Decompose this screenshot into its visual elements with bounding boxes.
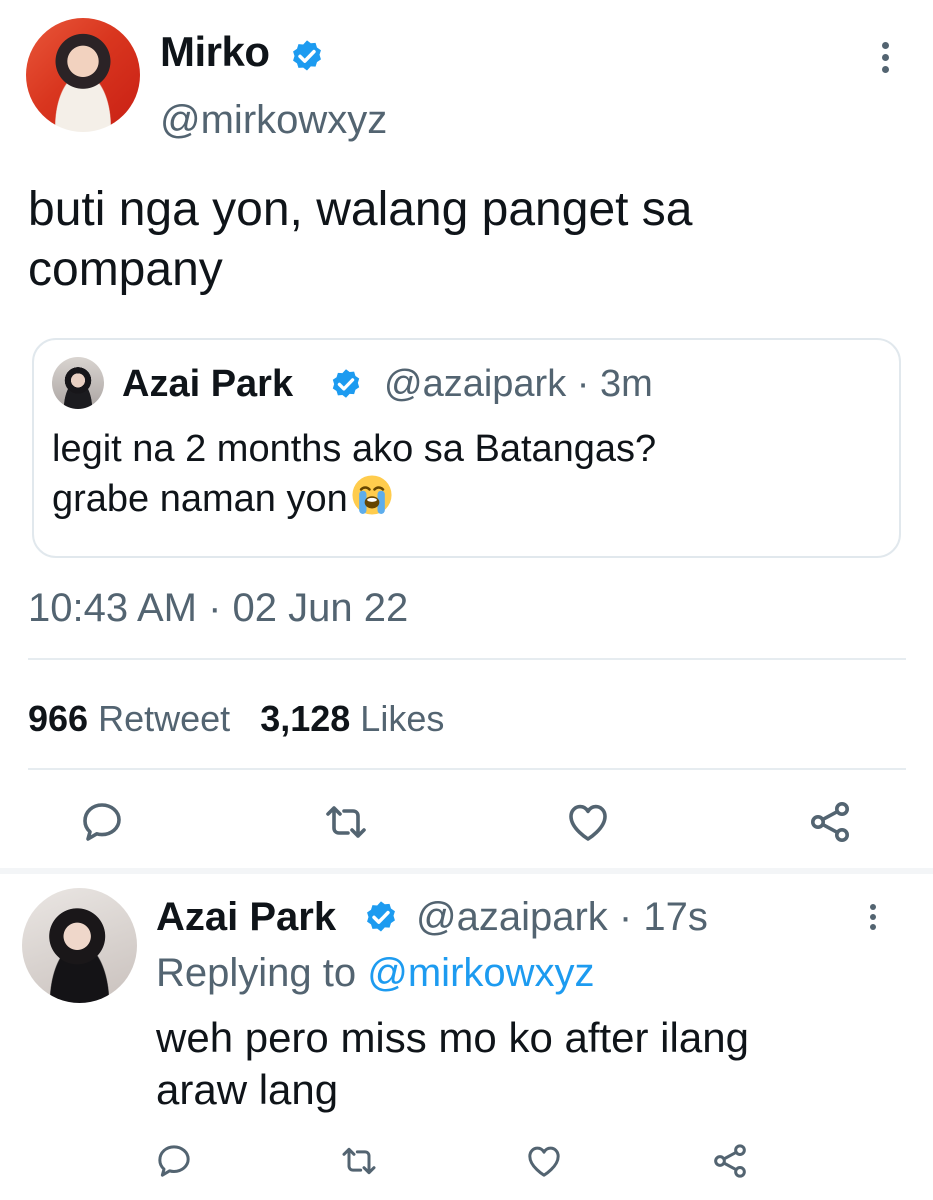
main-tweet: Mirko @mirkowxyz buti nga yon, walang pa… — [0, 0, 933, 870]
thread-separator — [0, 868, 933, 874]
retweet-label: Retweet — [98, 698, 231, 739]
reply-icon — [158, 1145, 190, 1177]
reply-icon — [83, 803, 121, 841]
likes-count: 3,128 — [260, 698, 351, 739]
heart-icon — [528, 1146, 560, 1177]
retweet-icon — [326, 806, 366, 838]
reply-text: weh pero miss mo ko after ilang araw lan… — [156, 1012, 916, 1116]
share-icon — [811, 802, 849, 842]
reply-author-name[interactable]: Azai Park — [156, 895, 336, 940]
verified-badge-icon — [332, 369, 360, 398]
replying-to-handle-link[interactable]: @mirkowxyz — [367, 951, 594, 995]
tweet-text-line: buti nga yon, walang panget sa — [28, 183, 693, 236]
likes-label: Likes — [360, 698, 445, 739]
divider — [28, 768, 906, 770]
verified-badge-icon — [293, 40, 321, 71]
author-name[interactable]: Mirko — [160, 28, 270, 76]
author-name-text: Mirko — [160, 28, 270, 75]
verified-badge-icon — [367, 901, 395, 932]
loudly-crying-face-emoji — [352, 475, 392, 515]
likes-stat[interactable]: 3,128 Likes — [260, 698, 444, 739]
author-avatar[interactable] — [26, 18, 140, 132]
share-icon — [714, 1144, 746, 1178]
reply-text-line: araw lang — [156, 1066, 339, 1113]
tweet-text: buti nga yon, walang panget sa company — [28, 180, 908, 300]
reply-handle-time[interactable]: @azaipark · 17s — [416, 895, 708, 940]
like-button[interactable] — [524, 1141, 564, 1181]
reply-author-avatar[interactable] — [22, 888, 137, 1003]
quoted-text-line: legit na 2 months ako sa Batangas? — [52, 428, 657, 470]
quoted-tweet-text: legit na 2 months ako sa Batangas? grabe… — [52, 425, 872, 523]
divider — [28, 658, 906, 660]
retweet-button[interactable] — [322, 798, 370, 846]
retweet-count: 966 — [28, 698, 89, 739]
author-handle[interactable]: @mirkowxyz — [160, 98, 387, 143]
quoted-text-line: grabe naman yon — [52, 473, 872, 523]
engagement-stats: 966 Retweet 3,128 Likes — [28, 698, 444, 740]
share-button[interactable] — [710, 1141, 750, 1181]
quoted-author-name: Azai Park — [122, 363, 294, 405]
quoted-author-avatar — [52, 357, 104, 409]
more-options-icon[interactable] — [878, 42, 892, 73]
quoted-handle-time: @azaipark · 3m — [384, 363, 653, 405]
retweet-stat[interactable]: 966 Retweet — [28, 698, 230, 739]
like-button[interactable] — [564, 798, 612, 846]
share-button[interactable] — [806, 798, 854, 846]
reply-text-line: weh pero miss mo ko after ilang — [156, 1014, 749, 1061]
retweet-icon — [342, 1147, 376, 1175]
heart-icon — [569, 804, 607, 841]
tweet-timestamp[interactable]: 10:43 AM · 02 Jun 22 — [28, 586, 408, 631]
tweet-text-line: company — [28, 243, 223, 296]
replying-to: Replying to @mirkowxyz — [156, 951, 595, 996]
retweet-button[interactable] — [339, 1141, 379, 1181]
replying-to-label: Replying to — [156, 951, 357, 995]
reply-button[interactable] — [154, 1141, 194, 1181]
quoted-text-line-2: grabe naman yon — [52, 478, 348, 520]
more-options-icon[interactable] — [866, 904, 880, 930]
reply-button[interactable] — [78, 798, 126, 846]
